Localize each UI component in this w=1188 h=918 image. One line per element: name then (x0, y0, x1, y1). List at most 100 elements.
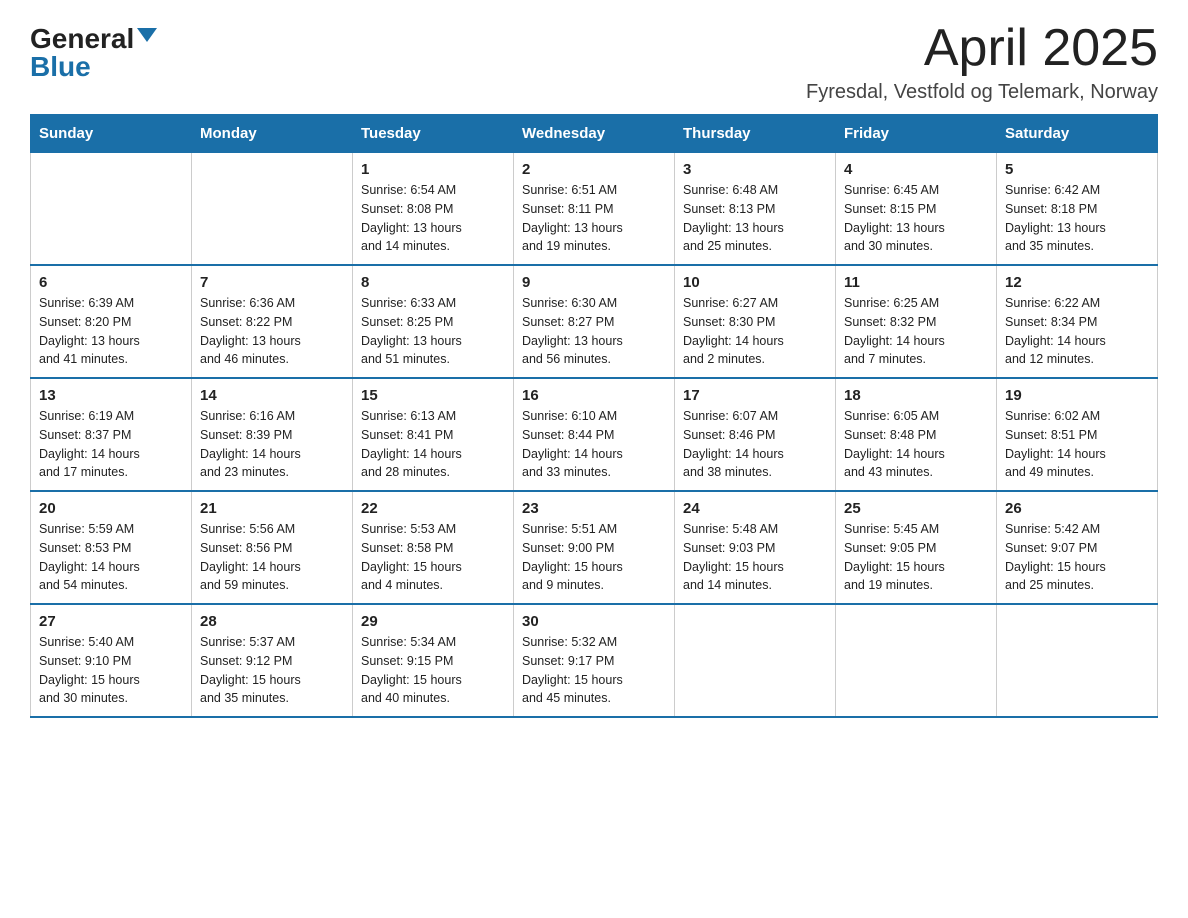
day-number: 28 (200, 613, 344, 630)
logo-triangle-icon (137, 28, 157, 42)
day-number: 29 (361, 613, 505, 630)
table-row: 2 Sunrise: 6:51 AM Sunset: 8:11 PM Daylig… (514, 153, 675, 266)
day-info: Sunrise: 5:56 AM Sunset: 8:56 PM Dayligh… (200, 520, 344, 595)
table-row: 11 Sunrise: 6:25 AM Sunset: 8:32 PM Dayli… (836, 265, 997, 378)
calendar-table: Sunday Monday Tuesday Wednesday Thursday… (30, 114, 1158, 718)
day-info: Sunrise: 6:51 AM Sunset: 8:11 PM Dayligh… (522, 181, 666, 256)
day-info: Sunrise: 6:36 AM Sunset: 8:22 PM Dayligh… (200, 294, 344, 369)
page-subtitle: Fyresdal, Vestfold og Telemark, Norway (806, 81, 1158, 104)
col-wednesday: Wednesday (514, 115, 675, 153)
logo-text-blue: Blue (30, 53, 91, 81)
table-row: 8 Sunrise: 6:33 AM Sunset: 8:25 PM Daylig… (353, 265, 514, 378)
table-row (675, 604, 836, 717)
day-number: 17 (683, 387, 827, 404)
day-number: 25 (844, 500, 988, 517)
header-area: General Blue April 2025 Fyresdal, Vestfo… (30, 20, 1158, 104)
day-number: 14 (200, 387, 344, 404)
table-row: 6 Sunrise: 6:39 AM Sunset: 8:20 PM Daylig… (31, 265, 192, 378)
day-number: 5 (1005, 161, 1149, 178)
table-row: 4 Sunrise: 6:45 AM Sunset: 8:15 PM Daylig… (836, 153, 997, 266)
day-info: Sunrise: 6:27 AM Sunset: 8:30 PM Dayligh… (683, 294, 827, 369)
table-row: 29 Sunrise: 5:34 AM Sunset: 9:15 PM Dayli… (353, 604, 514, 717)
day-number: 4 (844, 161, 988, 178)
table-row: 1Sunrise: 6:54 AM Sunset: 8:08 PM Daylig… (353, 153, 514, 266)
day-info: Sunrise: 6:19 AM Sunset: 8:37 PM Dayligh… (39, 407, 183, 482)
day-number: 13 (39, 387, 183, 404)
calendar-week-row: 13 Sunrise: 6:19 AM Sunset: 8:37 PM Dayli… (31, 378, 1158, 491)
col-sunday: Sunday (31, 115, 192, 153)
table-row: 19 Sunrise: 6:02 AM Sunset: 8:51 PM Dayli… (997, 378, 1158, 491)
day-number: 3 (683, 161, 827, 178)
table-row: 18Sunrise: 6:05 AM Sunset: 8:48 PM Dayli… (836, 378, 997, 491)
col-thursday: Thursday (675, 115, 836, 153)
calendar-week-row: 20Sunrise: 5:59 AM Sunset: 8:53 PM Dayli… (31, 491, 1158, 604)
table-row: 22 Sunrise: 5:53 AM Sunset: 8:58 PM Dayli… (353, 491, 514, 604)
day-number: 11 (844, 274, 988, 291)
day-info: Sunrise: 5:32 AM Sunset: 9:17 PM Dayligh… (522, 633, 666, 708)
logo-text-general: General (30, 25, 134, 53)
calendar-week-row: 1Sunrise: 6:54 AM Sunset: 8:08 PM Daylig… (31, 153, 1158, 266)
table-row: 23 Sunrise: 5:51 AM Sunset: 9:00 PM Dayli… (514, 491, 675, 604)
day-info: Sunrise: 5:34 AM Sunset: 9:15 PM Dayligh… (361, 633, 505, 708)
table-row: 12Sunrise: 6:22 AM Sunset: 8:34 PM Dayli… (997, 265, 1158, 378)
table-row: 13 Sunrise: 6:19 AM Sunset: 8:37 PM Dayli… (31, 378, 192, 491)
col-saturday: Saturday (997, 115, 1158, 153)
calendar-week-row: 6 Sunrise: 6:39 AM Sunset: 8:20 PM Daylig… (31, 265, 1158, 378)
table-row (997, 604, 1158, 717)
calendar-week-row: 27 Sunrise: 5:40 AM Sunset: 9:10 PM Dayli… (31, 604, 1158, 717)
table-row: 25Sunrise: 5:45 AM Sunset: 9:05 PM Dayli… (836, 491, 997, 604)
day-number: 6 (39, 274, 183, 291)
day-info: Sunrise: 6:07 AM Sunset: 8:46 PM Dayligh… (683, 407, 827, 482)
day-info: Sunrise: 5:37 AM Sunset: 9:12 PM Dayligh… (200, 633, 344, 708)
day-number: 22 (361, 500, 505, 517)
day-info: Sunrise: 6:22 AM Sunset: 8:34 PM Dayligh… (1005, 294, 1149, 369)
day-number: 23 (522, 500, 666, 517)
day-number: 27 (39, 613, 183, 630)
day-info: Sunrise: 6:30 AM Sunset: 8:27 PM Dayligh… (522, 294, 666, 369)
table-row: 7 Sunrise: 6:36 AM Sunset: 8:22 PM Daylig… (192, 265, 353, 378)
day-number: 26 (1005, 500, 1149, 517)
day-info: Sunrise: 5:48 AM Sunset: 9:03 PM Dayligh… (683, 520, 827, 595)
calendar-header-row: Sunday Monday Tuesday Wednesday Thursday… (31, 115, 1158, 153)
day-info: Sunrise: 5:40 AM Sunset: 9:10 PM Dayligh… (39, 633, 183, 708)
title-area: April 2025 Fyresdal, Vestfold og Telemar… (806, 20, 1158, 104)
day-number: 1 (361, 161, 505, 178)
day-info: Sunrise: 6:42 AM Sunset: 8:18 PM Dayligh… (1005, 181, 1149, 256)
table-row: 15 Sunrise: 6:13 AM Sunset: 8:41 PM Dayli… (353, 378, 514, 491)
day-info: Sunrise: 6:02 AM Sunset: 8:51 PM Dayligh… (1005, 407, 1149, 482)
day-info: Sunrise: 6:33 AM Sunset: 8:25 PM Dayligh… (361, 294, 505, 369)
day-number: 16 (522, 387, 666, 404)
day-info: Sunrise: 6:39 AM Sunset: 8:20 PM Dayligh… (39, 294, 183, 369)
table-row: 3Sunrise: 6:48 AM Sunset: 8:13 PM Daylig… (675, 153, 836, 266)
day-info: Sunrise: 5:53 AM Sunset: 8:58 PM Dayligh… (361, 520, 505, 595)
day-number: 24 (683, 500, 827, 517)
day-info: Sunrise: 5:51 AM Sunset: 9:00 PM Dayligh… (522, 520, 666, 595)
table-row: 30 Sunrise: 5:32 AM Sunset: 9:17 PM Dayli… (514, 604, 675, 717)
day-number: 8 (361, 274, 505, 291)
table-row: 16 Sunrise: 6:10 AM Sunset: 8:44 PM Dayli… (514, 378, 675, 491)
day-info: Sunrise: 6:13 AM Sunset: 8:41 PM Dayligh… (361, 407, 505, 482)
day-number: 2 (522, 161, 666, 178)
day-number: 19 (1005, 387, 1149, 404)
day-number: 21 (200, 500, 344, 517)
logo: General Blue (30, 20, 157, 81)
table-row: 17 Sunrise: 6:07 AM Sunset: 8:46 PM Dayli… (675, 378, 836, 491)
day-info: Sunrise: 6:45 AM Sunset: 8:15 PM Dayligh… (844, 181, 988, 256)
page-title: April 2025 (806, 20, 1158, 77)
table-row: 21 Sunrise: 5:56 AM Sunset: 8:56 PM Dayli… (192, 491, 353, 604)
col-friday: Friday (836, 115, 997, 153)
day-number: 20 (39, 500, 183, 517)
table-row: 27 Sunrise: 5:40 AM Sunset: 9:10 PM Dayli… (31, 604, 192, 717)
day-number: 7 (200, 274, 344, 291)
day-number: 10 (683, 274, 827, 291)
day-number: 15 (361, 387, 505, 404)
table-row: 10 Sunrise: 6:27 AM Sunset: 8:30 PM Dayli… (675, 265, 836, 378)
day-number: 30 (522, 613, 666, 630)
table-row: 9Sunrise: 6:30 AM Sunset: 8:27 PM Daylig… (514, 265, 675, 378)
col-tuesday: Tuesday (353, 115, 514, 153)
day-info: Sunrise: 6:10 AM Sunset: 8:44 PM Dayligh… (522, 407, 666, 482)
day-info: Sunrise: 5:42 AM Sunset: 9:07 PM Dayligh… (1005, 520, 1149, 595)
day-info: Sunrise: 6:16 AM Sunset: 8:39 PM Dayligh… (200, 407, 344, 482)
day-info: Sunrise: 6:25 AM Sunset: 8:32 PM Dayligh… (844, 294, 988, 369)
table-row: 20Sunrise: 5:59 AM Sunset: 8:53 PM Dayli… (31, 491, 192, 604)
